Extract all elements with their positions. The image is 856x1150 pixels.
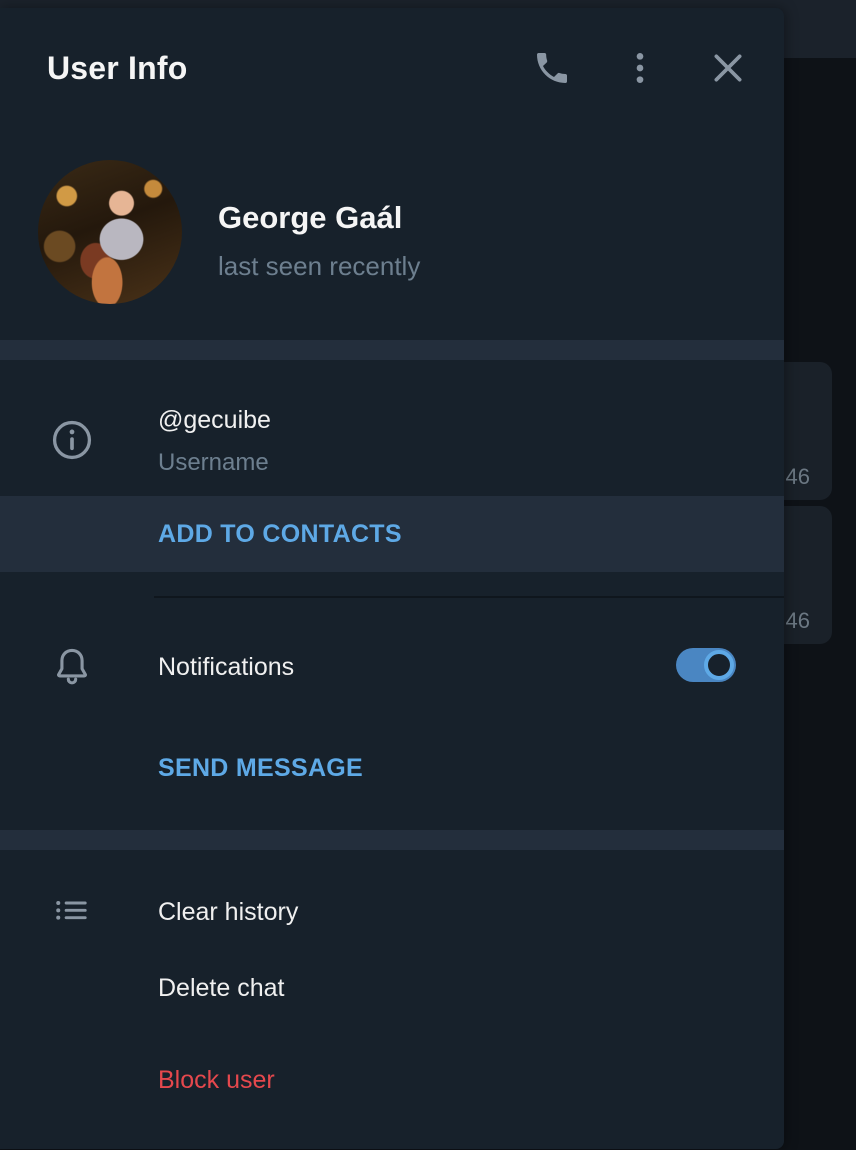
add-to-contacts-label: ADD TO CONTACTS [158,520,402,548]
notifications-toggle[interactable] [676,648,736,682]
panel-title: User Info [47,50,188,86]
user-name: George Gaál [218,200,403,235]
section-divider [0,830,784,850]
toggle-knob [704,650,734,680]
user-info-panel: User Info George Gaál last seen recently… [0,8,784,1149]
avatar[interactable] [38,160,182,304]
notifications-label: Notifications [158,653,295,681]
info-icon [50,418,94,462]
separator [154,596,784,598]
phone-icon[interactable] [532,48,572,88]
list-icon [50,892,94,936]
username-value[interactable]: @gecuibe [158,406,271,435]
user-status: last seen recently [218,251,421,281]
section-divider [0,340,784,360]
username-label: Username [158,449,269,476]
message-time: 46 [785,464,810,489]
close-icon[interactable] [708,48,748,88]
send-message-button[interactable]: SEND MESSAGE [158,754,363,783]
delete-chat-button[interactable]: Delete chat [158,974,284,1003]
block-user-button[interactable]: Block user [158,1066,275,1095]
more-vertical-icon[interactable] [620,48,660,88]
bell-icon [50,644,94,688]
clear-history-button[interactable]: Clear history [158,898,298,927]
message-time: 46 [785,608,810,633]
add-to-contacts-button[interactable]: ADD TO CONTACTS [0,496,784,572]
